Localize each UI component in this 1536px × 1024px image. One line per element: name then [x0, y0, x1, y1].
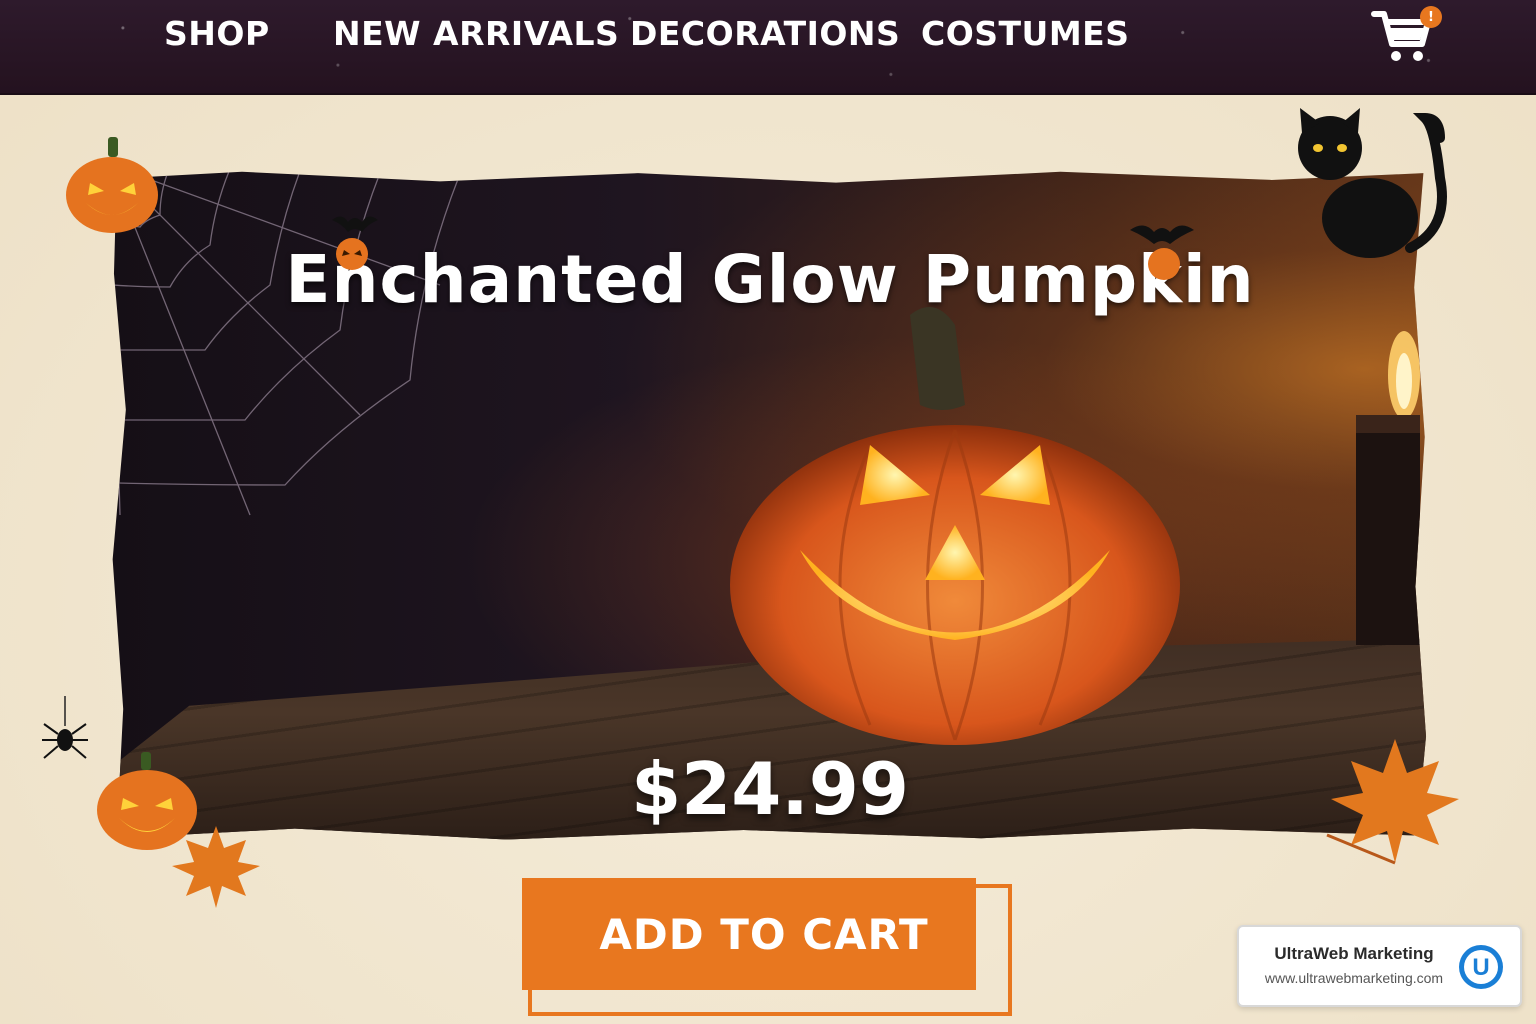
brand-logo-icon: U [1459, 945, 1503, 989]
jack-o-lantern-icon [66, 137, 158, 233]
spider-web-icon [112, 171, 521, 516]
bat-icon [332, 216, 378, 270]
watermark-url: www.ultrawebmarketing.com [1264, 970, 1444, 986]
nav-item-costumes[interactable]: COSTUMES [921, 14, 1130, 53]
spider-icon [42, 696, 88, 759]
watermark-card[interactable]: UltraWeb Marketing www.ultrawebmarketing… [1237, 925, 1522, 1007]
watermark-name: UltraWeb Marketing [1274, 944, 1434, 963]
cart-button[interactable]: ! [1370, 6, 1444, 66]
nav-item-shop[interactable]: SHOP [164, 14, 270, 53]
product-price: $24.99 [631, 747, 909, 831]
nav-item-new-arrivals[interactable]: NEW ARRIVALS [333, 14, 619, 53]
add-to-cart-button[interactable]: ADD TO CART [522, 878, 976, 990]
add-to-cart-container: ADD TO CART [522, 878, 1012, 1018]
hero-banner: Enchanted Glow Pumpkin $24.99 [110, 165, 1430, 845]
maple-leaf-icon [172, 826, 260, 908]
top-navbar: SHOP NEW ARRIVALS DECORATIONS COSTUMES ! [0, 0, 1536, 95]
jack-o-lantern-icon [730, 307, 1180, 745]
price-container: $24.99 [113, 747, 1426, 831]
nav-item-decorations[interactable]: DECORATIONS [630, 14, 900, 53]
bat-icon [1130, 225, 1194, 280]
black-cat-icon [1298, 108, 1447, 258]
hero-background: Enchanted Glow Pumpkin $24.99 [112, 171, 1427, 840]
svg-text:U: U [1472, 954, 1489, 981]
cart-badge: ! [1420, 6, 1442, 28]
maple-leaf-icon [1326, 739, 1459, 865]
candle-icon [1356, 331, 1420, 645]
